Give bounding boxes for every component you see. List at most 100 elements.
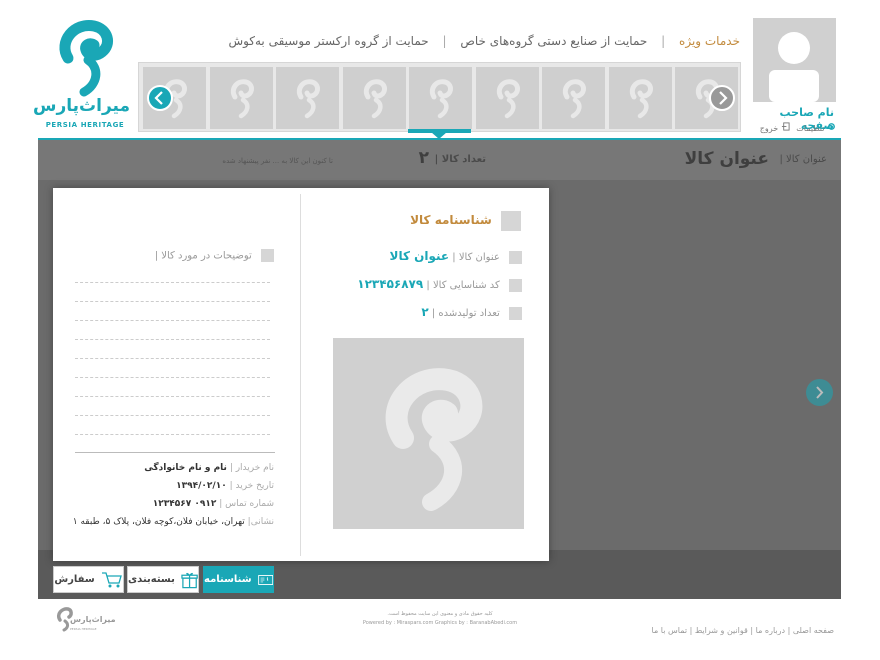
footer-brand-subtitle: PERSIA HERITAGE bbox=[70, 627, 97, 631]
description-line bbox=[75, 434, 270, 435]
profile-links: تنظیمات خروج bbox=[744, 122, 836, 133]
tab-certificate-label: شناسنامه bbox=[204, 574, 252, 585]
certificate-title-value: عنوان کالا bbox=[389, 249, 450, 263]
footer-credits: کلیه حقوق مادی و معنوی این سایت محفوظ اس… bbox=[340, 610, 540, 628]
certificate-produced-label: تعداد تولیدشده | bbox=[431, 308, 500, 319]
buyer-name-row: نام خریدار | نام و نام خانوادگی bbox=[144, 463, 274, 473]
logout-label: خروج bbox=[759, 124, 779, 133]
strip-next-button[interactable] bbox=[709, 85, 735, 111]
infobar-title-value: عنوان کالا bbox=[684, 149, 769, 169]
tab-order[interactable]: سفارش bbox=[53, 566, 124, 593]
logo-mark-icon bbox=[385, 368, 483, 511]
description-row: توضیحات در مورد کالا | bbox=[155, 249, 274, 262]
description-line bbox=[75, 282, 270, 283]
gallery-next-button[interactable] bbox=[806, 379, 833, 406]
bullet-square-icon bbox=[261, 249, 274, 262]
description-line bbox=[75, 301, 270, 302]
logo-mark-icon bbox=[496, 79, 520, 119]
product-thumbnail[interactable] bbox=[342, 67, 406, 129]
buyer-name-value: نام و نام خانوادگی bbox=[144, 463, 227, 473]
buyer-divider bbox=[75, 452, 275, 453]
certificate-produced-value: ۲ bbox=[421, 305, 429, 319]
chevron-right-icon bbox=[719, 91, 728, 105]
certificate-code-row: کد شناسایی کالا | ۱۲۳۴۵۶۸۷۹ bbox=[357, 277, 522, 292]
settings-link[interactable]: تنظیمات bbox=[794, 123, 836, 133]
brand-name: میراث‌پارس bbox=[33, 96, 130, 116]
infobar-note: تا کنون این کالا به ... نفر پیشنهاد شده bbox=[222, 157, 333, 165]
buyer-date-label: تاریخ خرید | bbox=[229, 481, 274, 491]
description-line bbox=[75, 377, 270, 378]
gift-icon bbox=[181, 572, 198, 588]
logo-mark-icon bbox=[363, 79, 387, 119]
logout-link[interactable]: خروج bbox=[759, 122, 790, 133]
logo-mark-icon bbox=[429, 79, 453, 119]
description-line bbox=[75, 358, 270, 359]
certificate-heading-row: شناسنامه کالا bbox=[410, 211, 521, 231]
product-thumbnail[interactable] bbox=[542, 67, 605, 129]
brand-subtitle: PERSIA HERITAGE bbox=[45, 121, 125, 129]
tab-certificate[interactable]: شناسنامه bbox=[203, 566, 274, 593]
footer-powered-by: Powered by : Miraspars.com Graphics by :… bbox=[362, 620, 518, 626]
modal-column-divider bbox=[300, 194, 301, 556]
description-line bbox=[75, 396, 270, 397]
description-line bbox=[75, 339, 270, 340]
logo-mark-icon bbox=[562, 79, 586, 119]
footer-copyright: کلیه حقوق مادی و معنوی این سایت محفوظ اس… bbox=[387, 611, 493, 617]
logo-mark-icon bbox=[59, 20, 114, 97]
buyer-address-label: نشانی| bbox=[247, 517, 274, 527]
certificate-tab-icon bbox=[257, 574, 273, 585]
buyer-name-label: نام خریدار | bbox=[229, 463, 274, 473]
buyer-address-row: نشانی| تهران، خیابان فلان،کوچه فلان، پلا… bbox=[73, 517, 274, 527]
avatar[interactable] bbox=[753, 18, 836, 102]
tab-packaging-label: بسته‌بندی bbox=[128, 574, 175, 585]
nav-link-handicrafts[interactable]: حمایت از صنایع دستی گروه‌های خاص bbox=[460, 34, 647, 48]
user-placeholder-icon bbox=[769, 32, 819, 102]
strip-prev-button[interactable] bbox=[147, 85, 173, 111]
description-label: توضیحات در مورد کالا | bbox=[154, 250, 252, 262]
product-info-bar: عنوان کالا | عنوان کالا تعداد کالا | ۲ ت… bbox=[38, 140, 841, 180]
product-image[interactable] bbox=[333, 338, 524, 529]
nav-separator: | bbox=[442, 34, 447, 48]
bullet-square-icon bbox=[509, 306, 522, 320]
infobar-count-label: تعداد کالا | bbox=[434, 154, 486, 165]
tab-order-label: سفارش bbox=[54, 574, 95, 585]
certificate-title-label: عنوان کالا | bbox=[452, 252, 500, 263]
bullet-square-icon bbox=[509, 278, 522, 292]
product-thumbnail[interactable] bbox=[608, 67, 672, 129]
nav-separator: | bbox=[661, 34, 666, 48]
buyer-phone-row: شماره تماس | ۰۹۱۲ ۱۲۳۴۵۶۷ bbox=[153, 499, 274, 509]
certificate-icon bbox=[501, 211, 521, 231]
tab-packaging[interactable]: بسته‌بندی bbox=[127, 566, 199, 593]
nav-link-orchestra[interactable]: حمایت از گروه ارکستر موسیقی به‌کوش bbox=[228, 34, 428, 48]
chevron-left-icon bbox=[154, 91, 163, 105]
description-line bbox=[75, 320, 270, 321]
footer-brand-name: میراث‌پارس bbox=[70, 615, 116, 624]
logo-mark-icon bbox=[296, 79, 320, 119]
buyer-phone-label: شماره تماس | bbox=[219, 499, 274, 509]
product-thumbnail[interactable] bbox=[276, 67, 339, 129]
logo-mark-icon bbox=[629, 79, 653, 119]
certificate-produced-row: تعداد تولیدشده | ۲ bbox=[421, 305, 522, 320]
infobar-count-value: ۲ bbox=[418, 148, 429, 168]
footer-links[interactable]: صفحه اصلی | درباره ما | قوانین و شرایط |… bbox=[652, 626, 834, 635]
logo-mark-icon bbox=[230, 79, 254, 119]
product-thumbnail-strip bbox=[138, 62, 741, 132]
description-line bbox=[75, 415, 270, 416]
buyer-phone-value: ۰۹۱۲ ۱۲۳۴۵۶۷ bbox=[152, 499, 217, 509]
chevron-right-icon bbox=[816, 386, 824, 399]
top-nav: خدمات ویژه | حمایت از صنایع دستی گروه‌ها… bbox=[228, 34, 740, 48]
logout-icon bbox=[781, 122, 790, 131]
gear-icon bbox=[828, 123, 835, 130]
footer-logo[interactable]: میراث‌پارس PERSIA HERITAGE bbox=[52, 606, 116, 636]
product-thumbnail[interactable] bbox=[475, 67, 539, 129]
infobar-title-label: عنوان کالا | bbox=[779, 154, 827, 165]
product-thumbnail[interactable] bbox=[409, 67, 472, 129]
buyer-address-value: تهران، خیابان فلان،کوچه فلان، پلاک ۵، طب… bbox=[72, 517, 245, 527]
nav-link-special-services[interactable]: خدمات ویژه bbox=[679, 34, 740, 48]
cart-icon bbox=[101, 571, 122, 587]
settings-label: تنظیمات bbox=[796, 124, 825, 133]
certificate-title-row: عنوان کالا | عنوان کالا bbox=[390, 249, 522, 264]
certificate-code-value: ۱۲۳۴۵۶۸۷۹ bbox=[357, 277, 424, 291]
bullet-square-icon bbox=[509, 250, 522, 264]
product-thumbnail[interactable] bbox=[209, 67, 273, 129]
